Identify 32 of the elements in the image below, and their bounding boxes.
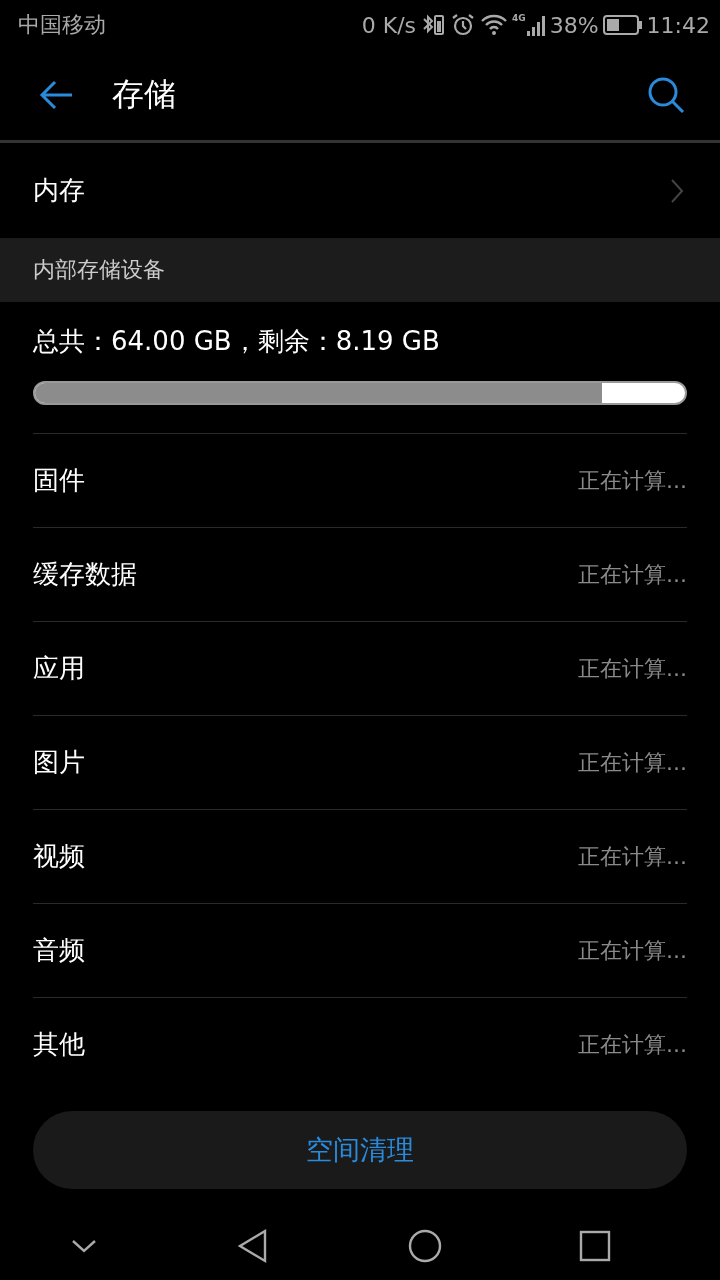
category-size: 正在计算... bbox=[578, 748, 687, 777]
wifi-icon bbox=[480, 12, 509, 38]
network-speed: 0 K/s bbox=[361, 12, 417, 38]
category-row[interactable]: 应用 正在计算... bbox=[33, 621, 687, 715]
page-title: 存储 bbox=[112, 74, 177, 115]
battery-icon bbox=[602, 14, 643, 36]
bluetooth-battery-icon bbox=[420, 12, 447, 38]
category-row[interactable]: 视频 正在计算... bbox=[33, 809, 687, 903]
battery-percent: 38% bbox=[549, 12, 599, 38]
storage-summary: 总共：64.00 GB，剩余：8.19 GB bbox=[33, 325, 441, 358]
recents-icon[interactable] bbox=[578, 1229, 613, 1263]
memory-row[interactable]: 内存 bbox=[0, 143, 720, 238]
section-title: 内部存储设备 bbox=[33, 256, 165, 284]
category-row[interactable]: 缓存数据 正在计算... bbox=[33, 527, 687, 621]
home-icon[interactable] bbox=[406, 1228, 443, 1264]
network-type: 4G bbox=[512, 13, 526, 23]
carrier-name: 中国移动 bbox=[18, 11, 106, 39]
category-row[interactable]: 其他 正在计算... bbox=[33, 997, 687, 1091]
search-icon[interactable] bbox=[646, 75, 686, 115]
category-size: 正在计算... bbox=[578, 560, 687, 589]
category-size: 正在计算... bbox=[578, 1030, 687, 1059]
category-row[interactable]: 音频 正在计算... bbox=[33, 903, 687, 997]
clean-up-button[interactable]: 空间清理 bbox=[33, 1111, 687, 1189]
chevron-icon bbox=[670, 177, 684, 204]
category-size: 正在计算... bbox=[578, 936, 687, 965]
clock: 11:42 bbox=[646, 12, 710, 38]
category-row[interactable]: 固件 正在计算... bbox=[33, 433, 687, 527]
category-row[interactable]: 图片 正在计算... bbox=[33, 715, 687, 809]
category-size: 正在计算... bbox=[578, 466, 687, 495]
category-size: 正在计算... bbox=[578, 654, 687, 683]
category-size: 正在计算... bbox=[578, 842, 687, 871]
signal-icon bbox=[525, 13, 546, 37]
